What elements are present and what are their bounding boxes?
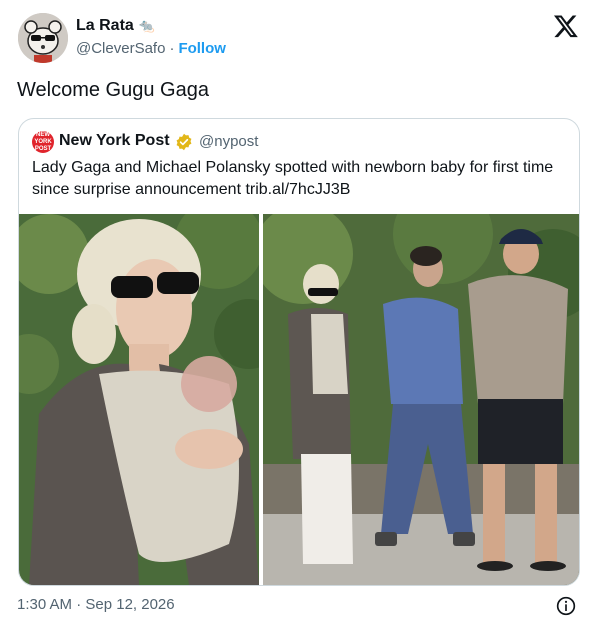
author-avatar[interactable] bbox=[18, 13, 68, 63]
rat-avatar-illustration bbox=[18, 13, 68, 63]
quoted-tweet-card[interactable]: NEW YORK POST New York Post @nypost Lady G… bbox=[18, 118, 580, 586]
x-logo-icon[interactable] bbox=[553, 13, 579, 39]
quoted-author-name[interactable]: New York Post bbox=[59, 132, 170, 150]
tweet-timestamp[interactable]: 1:30 AM · Sep 12, 2026 bbox=[17, 596, 175, 613]
quoted-tweet-text: Lady Gaga and Michael Polansky spotted w… bbox=[32, 159, 554, 198]
author-handle[interactable]: @CleverSafo bbox=[76, 40, 165, 57]
group-photo-image bbox=[263, 214, 579, 585]
rat-emoji-icon: 🐀 bbox=[138, 18, 155, 33]
photo-closeup[interactable] bbox=[19, 214, 259, 585]
quoted-author-handle[interactable]: @nypost bbox=[199, 133, 258, 150]
nypost-logo-text: NEW YORK POST bbox=[34, 131, 52, 152]
tweet-text: Welcome Gugu Gaga bbox=[17, 79, 209, 101]
photo-group[interactable] bbox=[263, 214, 579, 585]
nypost-avatar[interactable]: NEW YORK POST bbox=[32, 131, 54, 153]
info-icon[interactable] bbox=[556, 596, 576, 616]
verified-badge-icon bbox=[175, 133, 193, 151]
author-name[interactable]: La Rata 🐀 bbox=[76, 17, 155, 35]
closeup-photo-image bbox=[19, 214, 259, 585]
author-name-text: La Rata bbox=[76, 17, 134, 34]
separator-dot: · bbox=[169, 40, 175, 57]
follow-button[interactable]: Follow bbox=[178, 40, 226, 57]
author-handle-row: @CleverSafo · Follow bbox=[76, 40, 226, 57]
